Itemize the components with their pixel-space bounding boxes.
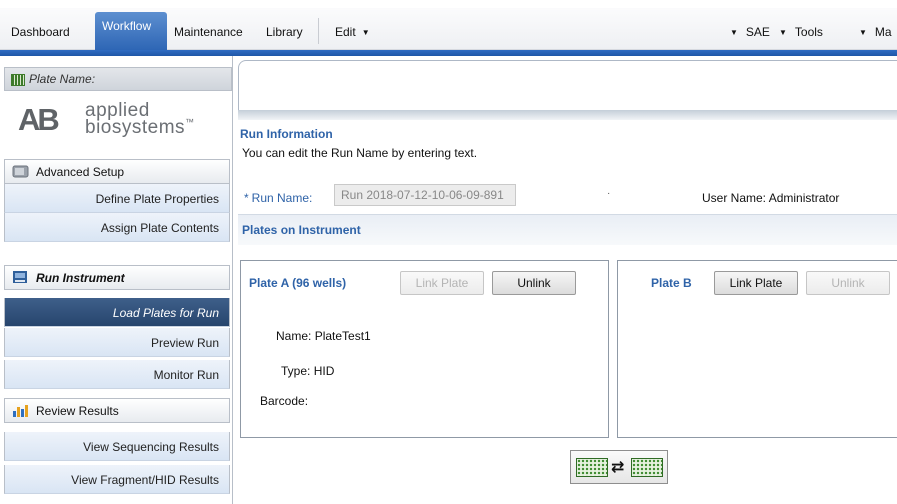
nav-define-plate-properties[interactable]: Define Plate Properties (4, 184, 230, 213)
plate-a-type-label: Type: (281, 364, 311, 378)
truncated-menu[interactable]: ▼ Ma (859, 25, 892, 39)
plate-name-bar: Plate Name: (4, 67, 232, 91)
plate-a-title: Plate A (96 wells) (249, 276, 347, 290)
logo-word-biosystems: biosystems™ (85, 117, 195, 139)
run-information-description: You can edit the Run Name by entering te… (242, 146, 478, 160)
nav-view-sequencing-results[interactable]: View Sequencing Results (4, 432, 230, 461)
nav-view-sequencing-results-label: View Sequencing Results (83, 440, 219, 454)
plate-a-name: Name: PlateTest1 (276, 329, 371, 343)
nav-load-plates-for-run-label: Load Plates for Run (112, 306, 219, 320)
plate-a-name-label: Name: (276, 329, 312, 343)
section-advanced-setup[interactable]: Advanced Setup (4, 159, 230, 184)
plate-name-label: Plate Name: (29, 72, 96, 86)
section-review-results-label: Review Results (36, 404, 119, 418)
nav-monitor-run-label: Monitor Run (153, 368, 219, 382)
user-name-value: Administrator (768, 191, 840, 205)
plate-a-unlink-button[interactable]: Unlink (492, 271, 576, 295)
sidebar: Plate Name: AB applied biosystems™ Advan… (0, 56, 233, 504)
tab-workflow[interactable]: Workflow (95, 12, 167, 50)
user-name: User Name: Administrator (702, 191, 839, 205)
menu-bar: Dashboard Workflow Maintenance Library E… (0, 0, 897, 56)
plate-b-link-plate-button[interactable]: Link Plate (714, 271, 798, 295)
tab-workflow-label: Workflow (102, 19, 152, 33)
header-panel (238, 60, 897, 112)
nav-assign-plate-contents-label: Assign Plate Contents (100, 221, 219, 235)
run-name-label: * Run Name: (244, 191, 312, 205)
sae-menu-label: SAE (745, 25, 770, 39)
menu-separator (318, 18, 319, 44)
nav-view-fragment-hid-results-label: View Fragment/HID Results (71, 473, 219, 487)
required-marker: * (244, 191, 249, 205)
plate-a-barcode-label: Barcode: (260, 394, 309, 408)
edit-menu[interactable]: Edit ▼ (335, 25, 370, 39)
swap-plates-button[interactable]: ⇄ (570, 450, 668, 484)
chevron-down-icon: ▼ (730, 28, 738, 37)
tab-maintenance[interactable]: Maintenance (174, 25, 243, 39)
chevron-down-icon: ▼ (361, 28, 370, 37)
section-review-results[interactable]: Review Results (4, 398, 230, 423)
nav-load-plates-for-run[interactable]: Load Plates for Run (4, 298, 230, 327)
plate-a-link-plate-button[interactable]: Link Plate (400, 271, 484, 295)
plate-a-panel: Plate A (96 wells) Link Plate Unlink Nam… (240, 260, 609, 438)
chevron-down-icon: ▼ (779, 28, 787, 37)
section-run-instrument[interactable]: Run Instrument (4, 265, 230, 290)
plates-on-instrument-title: Plates on Instrument (242, 223, 361, 237)
section-advanced-setup-label: Advanced Setup (36, 165, 125, 179)
tools-menu[interactable]: ▼ Tools (779, 25, 823, 39)
plate-b-icon (631, 458, 663, 477)
plate-a-type-value: HID (313, 364, 335, 378)
user-name-label: User Name: (702, 191, 767, 205)
nav-assign-plate-contents[interactable]: Assign Plate Contents (4, 213, 230, 242)
tools-menu-label: Tools (794, 25, 823, 39)
nav-preview-run[interactable]: Preview Run (4, 328, 230, 357)
run-information-title: Run Information (240, 127, 333, 141)
section-run-instrument-label: Run Instrument (36, 271, 125, 285)
plate-a-type: Type: HID (281, 364, 334, 378)
applied-biosystems-logo: AB applied biosystems™ (15, 98, 225, 138)
advanced-setup-icon (12, 165, 29, 178)
plates-on-instrument-header: Plates on Instrument (238, 214, 897, 245)
truncated-menu-label: Ma (874, 25, 892, 39)
nav-define-plate-properties-label: Define Plate Properties (95, 192, 219, 206)
chevron-down-icon: ▼ (859, 28, 867, 37)
plate-grid-icon (11, 74, 25, 86)
swap-arrows-icon: ⇄ (611, 459, 625, 476)
separator-dot: · (607, 188, 611, 199)
plate-b-title: Plate B (651, 276, 692, 290)
plate-a-name-value: PlateTest1 (314, 329, 371, 343)
plate-a-icon (576, 458, 608, 477)
tab-library[interactable]: Library (266, 25, 303, 39)
logo-trademark: ™ (185, 117, 195, 127)
header-shadow (238, 110, 897, 120)
nav-preview-run-label: Preview Run (150, 336, 219, 350)
logo-word-biosystems-text: biosystems (85, 117, 186, 138)
bar-chart-icon (13, 405, 28, 417)
run-name-label-text: Run Name: (251, 191, 313, 205)
logo-mark: AB (18, 102, 60, 137)
nav-view-fragment-hid-results[interactable]: View Fragment/HID Results (4, 465, 230, 494)
main-panel: Run Information You can edit the Run Nam… (234, 56, 897, 504)
tab-dashboard[interactable]: Dashboard (11, 25, 70, 39)
sae-menu[interactable]: ▼ SAE (730, 25, 770, 39)
run-instrument-icon (13, 271, 27, 283)
plate-b-panel: Plate B Link Plate Unlink (617, 260, 897, 438)
run-name-input[interactable] (334, 184, 516, 206)
plate-b-unlink-button[interactable]: Unlink (806, 271, 890, 295)
edit-menu-label: Edit (335, 25, 356, 39)
nav-monitor-run[interactable]: Monitor Run (4, 360, 230, 389)
